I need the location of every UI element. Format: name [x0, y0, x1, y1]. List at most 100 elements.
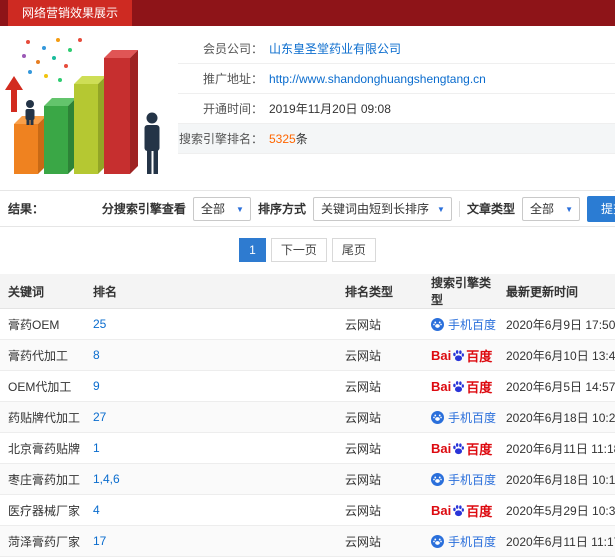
mobile-baidu-badge: 手机百度 [431, 409, 496, 426]
promotion-url-link[interactable]: http://www.shandonghuangshengtang.cn [269, 72, 486, 86]
mobile-baidu-icon [431, 410, 444, 424]
sort-filter-select[interactable]: 关键词由短到长排序 ▼ [312, 196, 452, 221]
table-row: 菏泽膏药厂家 17 云网站 手机百度 Bai百度 2020年6月11日 11:1… [0, 525, 615, 557]
engine-cell: 手机百度 Bai百度 [423, 525, 498, 557]
rank-cell: 8 [85, 339, 337, 371]
rank-cell: 17 [85, 525, 337, 557]
updated-cell: 2020年6月11日 11:17 [498, 525, 615, 557]
table-row: 膏药OEM 25 云网站 手机百度 Bai百度 2020年6月9日 17:50 [0, 308, 615, 340]
table-row: OEM代加工 9 云网站 手机百度 Bai百度 2020年6月5日 14:57 [0, 370, 615, 402]
baidu-logo: Bai 百度 [431, 501, 492, 520]
tab-marketing-effect[interactable]: 网络营销效果展示 [8, 0, 133, 26]
url-label: 推广地址： [202, 72, 263, 86]
chevron-down-icon: ▼ [437, 204, 445, 214]
header-updated: 最新更新时间 [498, 274, 615, 309]
mobile-baidu-icon [431, 534, 444, 548]
page-last-button[interactable]: 尾页 [331, 238, 376, 262]
updated-cell: 2020年6月10日 13:40 [498, 339, 615, 371]
page-next-button[interactable]: 下一页 [270, 238, 327, 262]
header-keyword: 关键词 [0, 274, 85, 309]
rank-cell: 25 [85, 308, 337, 340]
baidu-paw-icon [452, 442, 465, 455]
table-row: 北京膏药贴牌 1 云网站 手机百度 Bai百度 2020年6月11日 11:18 [0, 432, 615, 464]
info-row-url: 推广地址： http://www.shandonghuangshengtang.… [178, 64, 615, 94]
businessman-large [144, 112, 160, 174]
results-table: 关键词 排名 排名类型 搜索引擎类型 最新更新时间 膏药OEM 25 云网站 手… [0, 274, 615, 557]
filter-divider [458, 200, 460, 217]
rank-cell: 4 [85, 494, 337, 526]
rank-type-cell: 云网站 [337, 432, 423, 464]
baidu-paw-icon [452, 504, 465, 517]
page-current[interactable]: 1 [239, 238, 266, 262]
rank-cell: 1 [85, 432, 337, 464]
sort-filter-label: 排序方式 [257, 202, 306, 216]
engine-rank-label: 搜索引擎排名： [178, 132, 263, 146]
mobile-baidu-icon [431, 317, 444, 331]
mobile-baidu-badge: 手机百度 [431, 471, 496, 488]
baidu-paw-icon [452, 349, 465, 362]
member-info-list: 会员公司： 山东皇圣堂药业有限公司 推广地址： http://www.shand… [178, 26, 615, 186]
rank-link[interactable]: 1,4,6 [93, 472, 120, 486]
engine-cell: 手机百度 Bai百度 [423, 463, 498, 495]
baidu-logo: Bai 百度 [431, 439, 492, 458]
baidu-logo-latin: Bai [431, 502, 452, 518]
engine-cell: 手机百度 Bai百度 [423, 494, 498, 526]
open-time-label: 开通时间： [202, 102, 263, 116]
table-header-row: 关键词 排名 排名类型 搜索引擎类型 最新更新时间 [0, 274, 615, 309]
mobile-baidu-label: 手机百度 [448, 534, 497, 549]
baidu-logo: Bai 百度 [431, 377, 492, 396]
article-filter-select[interactable]: 全部 ▼ [521, 196, 580, 221]
rank-link[interactable]: 9 [93, 379, 100, 393]
engine-rank-suffix: 条 [295, 132, 308, 146]
table-row: 枣庄膏药加工 1,4,6 云网站 手机百度 Bai百度 2020年6月18日 1… [0, 463, 615, 495]
filter-bar: 结果： 分搜索引擎查看 全部 ▼ 排序方式 关键词由短到长排序 ▼ 文章类型 全… [0, 190, 615, 227]
keyword-cell: 枣庄膏药加工 [0, 463, 85, 495]
rank-type-cell: 云网站 [337, 494, 423, 526]
table-row: 药贴牌代加工 27 云网站 手机百度 Bai百度 2020年6月18日 10:2… [0, 401, 615, 433]
rank-link[interactable]: 25 [93, 317, 106, 331]
rank-type-cell: 云网站 [337, 463, 423, 495]
rank-type-cell: 云网站 [337, 370, 423, 402]
keyword-cell: 菏泽膏药厂家 [0, 525, 85, 557]
header-engine: 搜索引擎类型 [423, 274, 498, 309]
rank-link[interactable]: 8 [93, 348, 100, 362]
info-section: 会员公司： 山东皇圣堂药业有限公司 推广地址： http://www.shand… [0, 26, 615, 186]
info-row-open-time: 开通时间： 2019年11月20日 09:08 [178, 94, 615, 124]
baidu-logo-latin: Bai [431, 347, 452, 363]
mobile-baidu-label: 手机百度 [448, 410, 497, 425]
rank-link[interactable]: 27 [93, 410, 106, 424]
up-arrow [5, 76, 23, 112]
engine-rank-count: 5325 [269, 132, 296, 146]
rank-cell: 27 [85, 401, 337, 433]
table-row: 医疗器械厂家 4 云网站 手机百度 Bai百度 2020年5月29日 10:32 [0, 494, 615, 526]
sort-filter-value: 关键词由短到长排序 [320, 201, 429, 216]
engine-filter-label: 分搜索引擎查看 [101, 202, 186, 216]
bar-chart-illustration [0, 26, 178, 186]
rank-link[interactable]: 4 [93, 503, 100, 517]
mobile-baidu-badge: 手机百度 [431, 316, 496, 333]
engine-filter-value: 全部 [200, 201, 225, 216]
rank-type-cell: 云网站 [337, 308, 423, 340]
engine-cell: 手机百度 Bai百度 [423, 339, 498, 371]
mobile-baidu-badge: 手机百度 [431, 533, 496, 550]
company-link[interactable]: 山东皇圣堂药业有限公司 [269, 42, 401, 56]
header-rank-type: 排名类型 [337, 274, 423, 309]
keyword-cell: 北京膏药贴牌 [0, 432, 85, 464]
article-filter-value: 全部 [529, 201, 554, 216]
mobile-baidu-label: 手机百度 [448, 472, 497, 487]
filters-group: 分搜索引擎查看 全部 ▼ 排序方式 关键词由短到长排序 ▼ 文章类型 全部 ▼ … [101, 195, 615, 222]
engine-cell: 手机百度 Bai百度 [423, 370, 498, 402]
open-time-value: 2019年11月20日 09:08 [269, 102, 391, 116]
table-row: 膏药代加工 8 云网站 手机百度 Bai百度 2020年6月10日 13:40 [0, 339, 615, 371]
engine-filter-select[interactable]: 全部 ▼ [192, 196, 251, 221]
updated-cell: 2020年6月18日 10:19 [498, 463, 615, 495]
rank-link[interactable]: 1 [93, 441, 100, 455]
mobile-baidu-label: 手机百度 [448, 317, 497, 332]
engine-cell: 手机百度 Bai百度 [423, 432, 498, 464]
rank-link[interactable]: 17 [93, 534, 106, 548]
baidu-logo-cn: 百度 [466, 348, 493, 364]
baidu-logo: Bai 百度 [431, 346, 492, 365]
baidu-logo-latin: Bai [431, 378, 452, 394]
updated-cell: 2020年6月11日 11:18 [498, 432, 615, 464]
submit-button[interactable]: 提交 [586, 195, 615, 222]
